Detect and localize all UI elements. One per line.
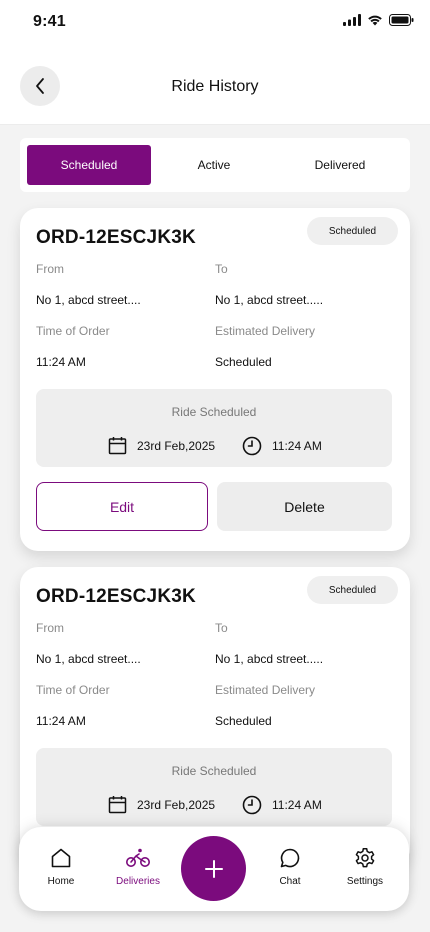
estimated-delivery-label: Estimated Delivery (215, 324, 316, 338)
status-badge: Scheduled (307, 576, 398, 604)
to-value: No 1, abcd street..... (215, 652, 324, 666)
from-label: From (36, 262, 64, 276)
from-value: No 1, abcd street.... (36, 293, 141, 307)
plus-icon (204, 859, 223, 878)
to-label: To (215, 621, 228, 635)
to-value: No 1, abcd street..... (215, 293, 324, 307)
calendar-icon (108, 437, 127, 455)
nav-deliveries[interactable]: Deliveries (103, 847, 173, 887)
time-of-order-label: Time of Order (36, 324, 110, 338)
nav-deliveries-label: Deliveries (116, 876, 160, 887)
schedule-time-text: 11:24 AM (272, 439, 322, 453)
schedule-title: Ride Scheduled (171, 764, 257, 778)
schedule-date: 23rd Feb,2025 (108, 436, 215, 455)
schedule-box: Ride Scheduled 23rd Feb,2025 11:24 AM (36, 748, 392, 826)
nav-home-label: Home (47, 876, 75, 887)
estimated-delivery-value: Scheduled (215, 714, 272, 728)
order-id: ORD-12ESCJK3K (36, 227, 196, 248)
schedule-date-text: 23rd Feb,2025 (137, 438, 216, 453)
schedule-time: 11:24 AM (242, 436, 322, 456)
nav-chat[interactable]: Chat (255, 847, 325, 887)
tab-delivered[interactable]: Delivered (278, 145, 402, 185)
schedule-time: 11:24 AM (242, 795, 322, 815)
battery-icon (389, 14, 414, 26)
from-label: From (36, 621, 64, 635)
status-badge: Scheduled (307, 217, 398, 245)
gear-icon (355, 848, 375, 868)
signal-icon (343, 14, 361, 26)
calendar-icon (108, 796, 127, 814)
status-icons (343, 14, 414, 26)
order-id: ORD-12ESCJK3K (36, 586, 196, 607)
tab-scheduled[interactable]: Scheduled (27, 145, 151, 185)
delete-button[interactable]: Delete (217, 482, 392, 531)
status-time: 9:41 (33, 13, 66, 30)
nav-chat-label: Chat (279, 876, 301, 887)
page-title: Ride History (171, 78, 259, 95)
bottom-nav: Home Deliveries Chat Settings (19, 827, 409, 911)
time-of-order-value: 11:24 AM (36, 714, 86, 728)
nav-home[interactable]: Home (26, 847, 96, 887)
header-area: 9:41 Ride History (0, 0, 430, 125)
schedule-time-text: 11:24 AM (272, 798, 322, 812)
wifi-icon (368, 15, 382, 26)
time-of-order-value: 11:24 AM (36, 355, 86, 369)
order-card: ORD-12ESCJK3K Scheduled From To No 1, ab… (20, 208, 410, 551)
estimated-delivery-value: Scheduled (215, 355, 272, 369)
schedule-date: 23rd Feb,2025 (108, 795, 215, 814)
schedule-title: Ride Scheduled (171, 405, 257, 419)
time-of-order-label: Time of Order (36, 683, 110, 697)
order-card: ORD-12ESCJK3K Scheduled From To No 1, ab… (20, 567, 410, 867)
schedule-box: Ride Scheduled 23rd Feb,2025 11:24 AM (36, 389, 392, 467)
clock-icon (242, 436, 262, 456)
schedule-date-text: 23rd Feb,2025 (137, 797, 216, 812)
status-tabs: Scheduled Active Delivered (20, 138, 410, 192)
to-label: To (215, 262, 228, 276)
estimated-delivery-label: Estimated Delivery (215, 683, 316, 697)
add-button[interactable] (181, 836, 246, 901)
bicycle-icon (126, 848, 150, 867)
nav-settings[interactable]: Settings (330, 847, 400, 887)
nav-settings-label: Settings (346, 876, 384, 887)
home-icon (51, 848, 71, 868)
from-value: No 1, abcd street.... (36, 652, 141, 666)
clock-icon (242, 795, 262, 815)
chat-icon (280, 848, 300, 868)
tab-active[interactable]: Active (152, 145, 276, 185)
edit-button[interactable]: Edit (36, 482, 208, 531)
